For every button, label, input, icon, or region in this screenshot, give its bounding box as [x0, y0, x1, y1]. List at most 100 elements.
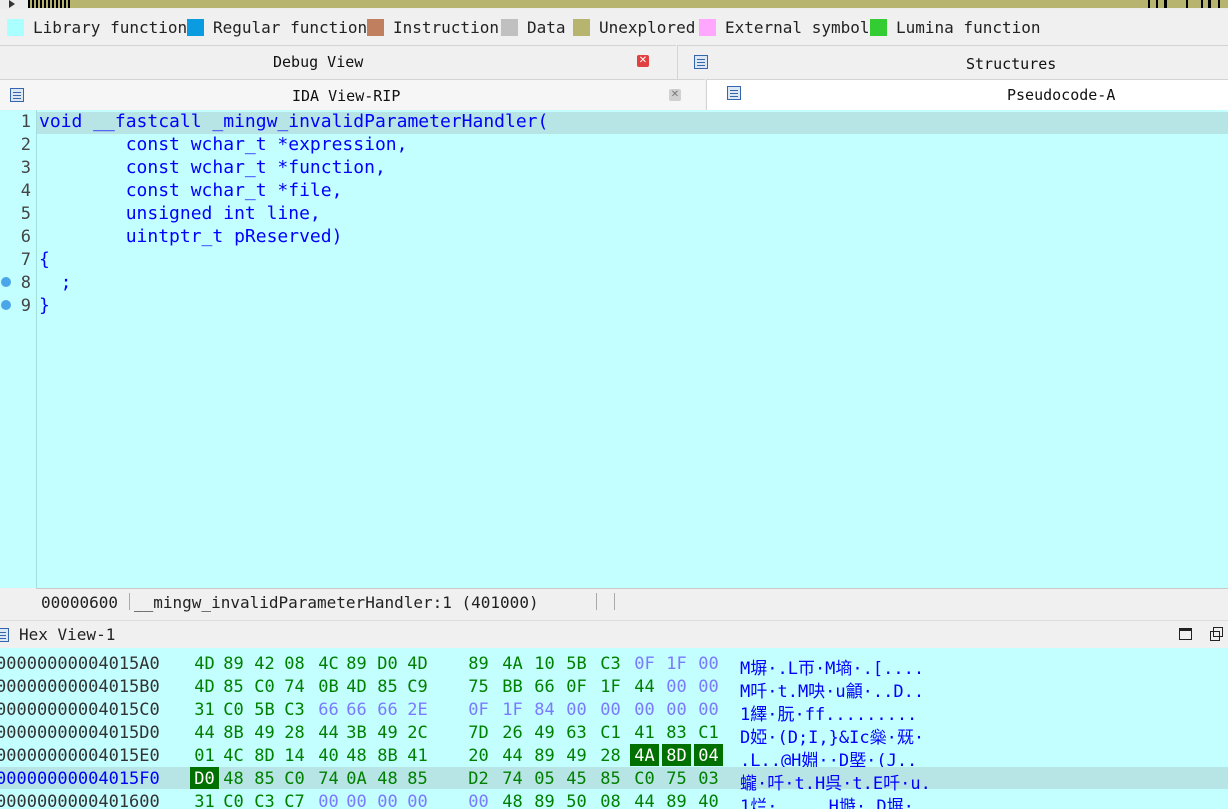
hex-byte[interactable]: 89 — [662, 792, 691, 809]
hex-byte[interactable]: 44 — [190, 723, 219, 743]
hex-byte[interactable]: 85 — [219, 677, 248, 697]
close-icon[interactable]: ✕ — [669, 89, 681, 101]
hex-byte[interactable]: 08 — [596, 792, 625, 809]
hex-byte[interactable]: 00 — [694, 654, 723, 674]
code-line[interactable]: } — [39, 295, 50, 316]
tab-pseudocode[interactable]: Pseudocode-A — [706, 79, 1228, 110]
hex-byte[interactable]: 31 — [190, 700, 219, 720]
hex-byte[interactable]: 2C — [403, 723, 432, 743]
hex-byte[interactable]: 5B — [250, 700, 279, 720]
hex-byte[interactable]: C1 — [596, 723, 625, 743]
hex-byte[interactable]: 50 — [562, 792, 591, 809]
hex-byte[interactable]: C0 — [219, 792, 248, 809]
hex-row[interactable]: 00000000004015A0 4D 89 42 08 4C 89 D0 4D 89 4A 10 5B… — [0, 652, 1228, 679]
hex-byte[interactable]: C0 — [280, 769, 309, 789]
hex-byte[interactable]: 0A — [342, 769, 371, 789]
nav-arrow-icon[interactable] — [9, 0, 15, 8]
hex-byte[interactable]: C3 — [596, 654, 625, 674]
hex-byte[interactable]: 00 — [596, 700, 625, 720]
hex-byte[interactable]: C0 — [250, 677, 279, 697]
hex-byte[interactable]: 44 — [498, 746, 527, 766]
hex-byte[interactable]: 3B — [342, 723, 371, 743]
hex-byte[interactable]: 89 — [342, 654, 371, 674]
hex-byte[interactable]: 89 — [219, 654, 248, 674]
hex-byte[interactable]: 84 — [530, 700, 559, 720]
hex-byte[interactable]: 85 — [596, 769, 625, 789]
hex-byte[interactable]: 63 — [562, 723, 591, 743]
hex-byte[interactable]: 0F — [630, 654, 659, 674]
hex-byte[interactable]: 2E — [403, 700, 432, 720]
hex-byte[interactable]: 89 — [530, 746, 559, 766]
hex-byte[interactable]: 48 — [342, 746, 371, 766]
hex-byte[interactable]: 44 — [630, 677, 659, 697]
hex-byte[interactable]: 01 — [190, 746, 219, 766]
code-line[interactable]: const wchar_t *file, — [39, 180, 343, 201]
hex-row[interactable]: 0000000000401600 31 C0 C3 C7 00 00 00 00 00 48 89 50… — [0, 790, 1228, 809]
code-line[interactable]: const wchar_t *function, — [39, 157, 386, 178]
hex-byte[interactable]: 4A — [630, 744, 659, 766]
hex-byte[interactable]: 8D — [250, 746, 279, 766]
hex-byte[interactable]: 03 — [694, 769, 723, 789]
hex-byte[interactable]: C9 — [403, 677, 432, 697]
hex-byte[interactable]: 4C — [219, 746, 248, 766]
hex-byte[interactable]: 49 — [562, 746, 591, 766]
hex-byte[interactable]: 28 — [596, 746, 625, 766]
hex-byte[interactable]: 49 — [530, 723, 559, 743]
hex-byte[interactable]: 31 — [190, 792, 219, 809]
hex-byte[interactable]: 4C — [314, 654, 343, 674]
hex-byte[interactable]: 20 — [464, 746, 493, 766]
hex-byte[interactable]: D2 — [464, 769, 493, 789]
hex-byte[interactable]: 89 — [464, 654, 493, 674]
navigation-band[interactable] — [0, 0, 1228, 9]
pseudocode-pane[interactable]: 1 2 3 4 5 6 7 8 9 void __fastcall _mingw… — [0, 110, 1228, 588]
code-line[interactable]: unsigned int line, — [39, 203, 321, 224]
hex-byte[interactable]: 74 — [314, 769, 343, 789]
close-icon[interactable]: ✕ — [637, 55, 649, 67]
hex-byte[interactable]: 40 — [694, 792, 723, 809]
hex-byte[interactable]: 40 — [314, 746, 343, 766]
hex-byte[interactable]: D0 — [190, 767, 219, 789]
hex-byte[interactable]: 44 — [630, 792, 659, 809]
hex-byte[interactable]: 7D — [464, 723, 493, 743]
tab-ida-view[interactable]: IDA View-RIP ✕ — [0, 79, 705, 110]
hex-byte[interactable]: 00 — [662, 700, 691, 720]
hex-byte[interactable]: 0F — [562, 677, 591, 697]
hex-byte[interactable]: 08 — [280, 654, 309, 674]
hex-byte[interactable]: 4D — [190, 677, 219, 697]
hex-byte[interactable]: 00 — [694, 700, 723, 720]
hex-byte[interactable]: 48 — [373, 769, 402, 789]
hex-byte[interactable]: 00 — [662, 677, 691, 697]
hex-byte[interactable]: C0 — [630, 769, 659, 789]
hex-byte[interactable]: C0 — [219, 700, 248, 720]
hex-byte[interactable]: 4D — [403, 654, 432, 674]
code-line[interactable]: uintptr_t pReserved) — [39, 226, 343, 247]
hex-byte[interactable]: 1F — [662, 654, 691, 674]
hex-row[interactable]: 00000000004015E0 01 4C 8D 14 40 48 8B 41 20 44 89 49… — [0, 744, 1228, 771]
hex-byte[interactable]: 42 — [250, 654, 279, 674]
code-line[interactable]: void __fastcall _mingw_invalidParameterH… — [39, 111, 548, 132]
hex-byte[interactable]: 66 — [373, 700, 402, 720]
hex-byte[interactable]: 00 — [562, 700, 591, 720]
hex-byte[interactable]: 14 — [280, 746, 309, 766]
hex-byte[interactable]: 85 — [403, 769, 432, 789]
hex-byte[interactable]: 48 — [219, 769, 248, 789]
hex-byte[interactable]: C3 — [280, 700, 309, 720]
hex-byte[interactable]: 66 — [314, 700, 343, 720]
code-line[interactable]: ; — [39, 272, 72, 293]
hex-byte[interactable]: 4A — [498, 654, 527, 674]
hex-byte[interactable]: 49 — [373, 723, 402, 743]
hex-byte[interactable]: 89 — [530, 792, 559, 809]
hex-byte[interactable]: 05 — [530, 769, 559, 789]
hex-byte[interactable]: 85 — [373, 677, 402, 697]
tab-structures[interactable]: Structures — [677, 45, 1228, 79]
hex-byte[interactable]: BB — [498, 677, 527, 697]
hex-byte[interactable]: 85 — [250, 769, 279, 789]
hex-byte[interactable]: 1F — [498, 700, 527, 720]
hex-byte[interactable]: 00 — [630, 700, 659, 720]
hex-byte[interactable]: 00 — [314, 792, 343, 809]
hex-byte[interactable]: D0 — [373, 654, 402, 674]
hex-byte[interactable]: 49 — [250, 723, 279, 743]
hex-byte[interactable]: 4D — [342, 677, 371, 697]
hex-byte[interactable]: 8D — [662, 744, 691, 766]
tab-debug-view[interactable]: Debug View ✕ — [0, 45, 676, 79]
